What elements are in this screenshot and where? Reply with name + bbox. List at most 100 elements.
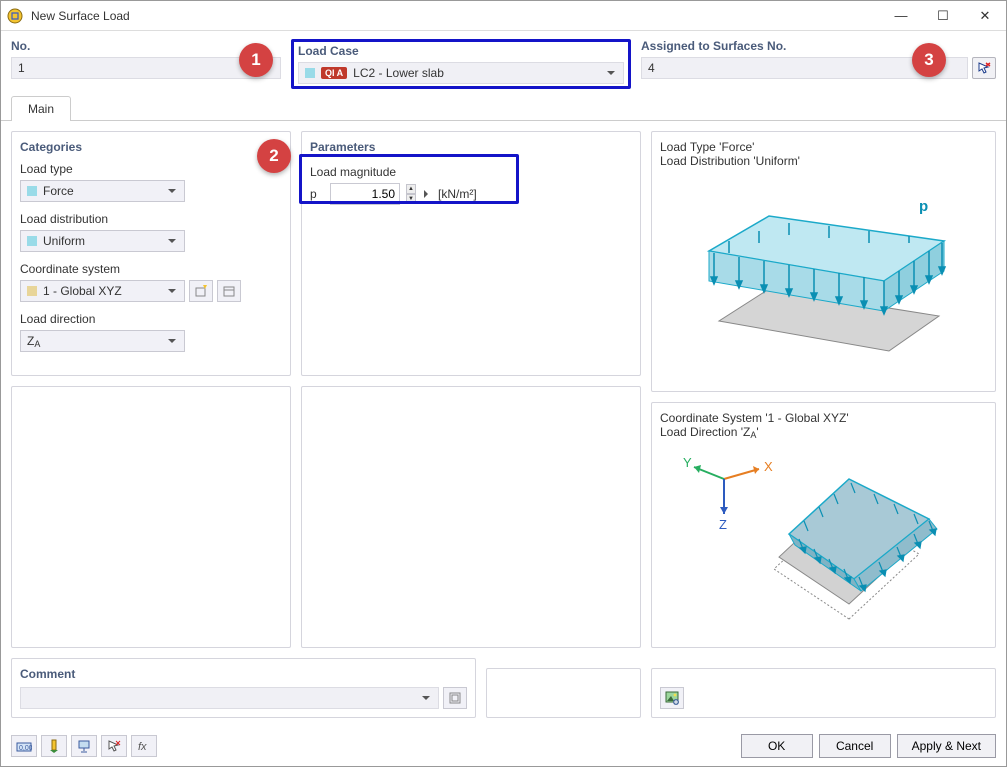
preview-coord-line2: Load Direction 'ZA' (660, 425, 987, 439)
comment-group: Comment (11, 658, 476, 718)
load-type-label: Load type (20, 162, 282, 176)
load-type-value: Force (43, 184, 74, 198)
axis-y-label: Y (683, 455, 692, 470)
tool-reset-button[interactable] (101, 735, 127, 757)
preview-coord-line1: Coordinate System '1 - Global XYZ' (660, 411, 987, 425)
new-icon (194, 284, 208, 298)
axis-z-label: Z (719, 517, 727, 532)
load-magnitude-spinner[interactable]: ▲ ▼ (406, 184, 416, 204)
load-case-dropdown[interactable]: QI A LC2 - Lower slab (298, 62, 624, 84)
load-case-column: Load Case QI A LC2 - Lower slab (291, 39, 631, 89)
comment-title: Comment (20, 667, 467, 681)
left-empty-panel (11, 386, 291, 648)
load-direction-label: Load direction (20, 312, 282, 326)
expand-icon (449, 692, 461, 704)
window-buttons: — ☐ ✕ (880, 1, 1006, 31)
apply-next-button[interactable]: Apply & Next (897, 734, 996, 758)
library-icon (222, 284, 236, 298)
tool-function-button[interactable]: fx (131, 735, 157, 757)
preview-load-type-line2: Load Distribution 'Uniform' (660, 154, 987, 168)
preview-settings-button[interactable] (660, 687, 684, 709)
content-area: Categories Load type Force Load distribu… (1, 121, 1006, 658)
coordinate-system-library-button[interactable] (217, 280, 241, 302)
tool-defaults-button[interactable] (41, 735, 67, 757)
preview-load-type-line1: Load Type 'Force' (660, 140, 987, 154)
load-type-icon (27, 186, 37, 196)
annotation-callout-2: 2 (257, 139, 291, 173)
load-direction-value: ZA (27, 334, 40, 348)
coordinate-system-value: 1 - Global XYZ (43, 284, 122, 298)
load-case-label: Load Case (298, 44, 624, 58)
comment-dropdown[interactable] (20, 687, 439, 709)
load-distribution-value: Uniform (43, 234, 85, 248)
comment-expand-button[interactable] (443, 687, 467, 709)
preview-coord-diagram: X Y Z (679, 439, 969, 639)
middle-empty-panel (301, 386, 641, 648)
app-icon (7, 8, 23, 24)
footer-toolbar: 0,00 fx (11, 735, 157, 757)
load-distribution-label: Load distribution (20, 212, 282, 226)
function-icon: fx (137, 739, 151, 753)
arrow-right-icon[interactable] (424, 190, 432, 198)
svg-text:fx: fx (138, 741, 147, 753)
comment-right-panel (651, 668, 996, 718)
load-magnitude-symbol: p (310, 187, 324, 201)
annotation-callout-3: 3 (912, 43, 946, 77)
load-type-field: Load type Force (20, 162, 282, 202)
annotation-callout-1: 1 (239, 43, 273, 77)
defaults-icon (47, 739, 61, 753)
middle-column: Parameters Load magnitude p ▲ ▼ [kN/m²] (301, 131, 641, 648)
cursor-x-icon (107, 739, 121, 753)
load-distribution-icon (27, 236, 37, 246)
load-case-color-chip (305, 68, 315, 78)
load-distribution-field: Load distribution Uniform (20, 212, 282, 252)
cancel-button[interactable]: Cancel (819, 734, 891, 758)
load-magnitude-row: p ▲ ▼ [kN/m²] (310, 183, 632, 205)
dialog-window: New Surface Load — ☐ ✕ 1 2 3 No. 1 Load … (0, 0, 1007, 767)
right-column: Load Type 'Force' Load Distribution 'Uni… (651, 131, 996, 648)
tool-help-button[interactable] (71, 735, 97, 757)
load-magnitude-unit: [kN/m²] (438, 187, 477, 201)
categories-title: Categories (20, 140, 282, 154)
preview-load-type: Load Type 'Force' Load Distribution 'Uni… (651, 131, 996, 392)
units-icon: 0,00 (16, 739, 32, 753)
load-magnitude-input[interactable] (330, 183, 400, 205)
coordinate-system-field: Coordinate system 1 - Global XYZ (20, 262, 282, 302)
coordinate-system-icon (27, 286, 37, 296)
maximize-button[interactable]: ☐ (922, 1, 964, 31)
titlebar: New Surface Load — ☐ ✕ (1, 1, 1006, 31)
coordinate-system-dropdown[interactable]: 1 - Global XYZ (20, 280, 185, 302)
ok-button[interactable]: OK (741, 734, 813, 758)
window-title: New Surface Load (31, 9, 880, 23)
minimize-button[interactable]: — (880, 1, 922, 31)
cursor-pick-icon (977, 61, 991, 75)
left-column: Categories Load type Force Load distribu… (11, 131, 291, 648)
presentation-icon (77, 739, 91, 753)
number-value: 1 (18, 61, 25, 75)
picture-settings-icon (665, 691, 679, 705)
spinner-up-icon[interactable]: ▲ (406, 184, 416, 194)
pick-surfaces-button[interactable] (972, 57, 996, 79)
load-direction-field: Load direction ZA (20, 312, 282, 352)
load-type-dropdown[interactable]: Force (20, 180, 185, 202)
coordinate-system-new-button[interactable] (189, 280, 213, 302)
preview-load-diagram: p (689, 181, 959, 371)
preview-coordinate-system: Coordinate System '1 - Global XYZ' Load … (651, 402, 996, 648)
top-row: No. 1 Load Case QI A LC2 - Lower slab As… (1, 31, 1006, 95)
load-magnitude-label: Load magnitude (310, 165, 632, 179)
tool-units-button[interactable]: 0,00 (11, 735, 37, 757)
comment-secondary-panel (486, 668, 641, 718)
load-case-value: LC2 - Lower slab (353, 66, 444, 80)
coordinate-system-label: Coordinate system (20, 262, 282, 276)
load-direction-dropdown[interactable]: ZA (20, 330, 185, 352)
parameters-title: Parameters (310, 140, 632, 154)
comment-row: Comment (1, 658, 1006, 726)
load-distribution-dropdown[interactable]: Uniform (20, 230, 185, 252)
close-button[interactable]: ✕ (964, 1, 1006, 31)
load-case-badge: QI A (321, 67, 347, 79)
tab-main[interactable]: Main (11, 96, 71, 121)
assigned-value: 4 (648, 61, 655, 75)
categories-group: Categories Load type Force Load distribu… (11, 131, 291, 376)
svg-text:0,00: 0,00 (19, 745, 32, 752)
spinner-down-icon[interactable]: ▼ (406, 194, 416, 204)
